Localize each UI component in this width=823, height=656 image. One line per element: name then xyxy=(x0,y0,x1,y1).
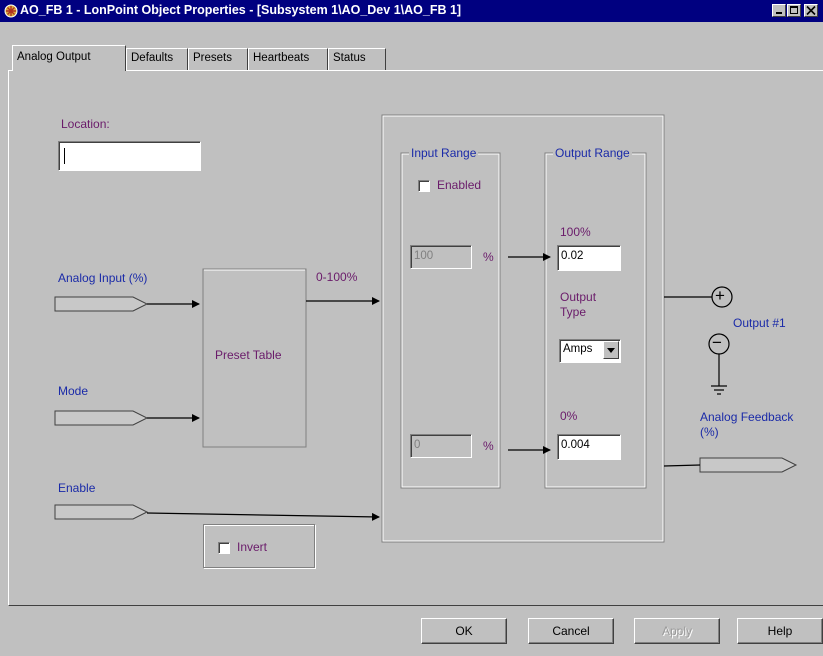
range-label: 0-100% xyxy=(316,270,358,284)
mode-label: Mode xyxy=(58,384,89,398)
block-diagram xyxy=(54,114,798,543)
input-range-low-unit: % xyxy=(483,439,494,453)
input-range-label: Input Range xyxy=(409,146,479,160)
input-range-high-unit: % xyxy=(483,250,494,264)
dropdown-button[interactable] xyxy=(603,341,619,359)
output-range-low-label: 0% xyxy=(560,409,578,423)
input-range-low-field[interactable]: 0 xyxy=(410,434,472,458)
output-range-high-label: 100% xyxy=(560,225,591,239)
input-range-enabled-label: Enabled xyxy=(437,178,482,192)
apply-button[interactable]: Apply xyxy=(634,618,720,644)
plus-symbol: + xyxy=(715,286,725,305)
output-range-low-input[interactable]: 0.004 xyxy=(557,434,621,460)
output-label: Output #1 xyxy=(733,316,786,330)
text-cursor xyxy=(64,148,65,164)
analog-input-connector xyxy=(54,296,149,312)
analog-feedback-label: Analog Feedback (%) xyxy=(700,410,794,439)
invert-label: Invert xyxy=(237,540,268,554)
invert-checkbox[interactable] xyxy=(218,542,230,554)
output-range-high-input[interactable]: 0.02 xyxy=(557,245,621,271)
location-label: Location: xyxy=(61,117,110,131)
properties-window: AO_FB 1 - LonPoint Object Properties - [… xyxy=(0,0,823,656)
enable-connector xyxy=(54,504,149,520)
feedback-connector xyxy=(699,457,798,473)
output-type-select[interactable]: Amps xyxy=(559,339,621,363)
chevron-down-icon xyxy=(607,348,615,353)
tab-label: Analog Output xyxy=(17,51,91,63)
output-type-value: Amps xyxy=(563,343,593,355)
tab-analog-output[interactable]: Analog Output xyxy=(12,45,126,71)
input-range-low-value: 0 xyxy=(414,439,421,451)
input-range-high-field[interactable]: 100 xyxy=(410,245,472,269)
output-range-label: Output Range xyxy=(553,146,632,160)
output-type-label: Output Type xyxy=(560,290,597,319)
input-range-enabled-checkbox[interactable] xyxy=(418,180,430,192)
preset-table-label: Preset Table xyxy=(215,348,282,362)
analog-input-label: Analog Input (%) xyxy=(58,271,148,285)
input-range-high-value: 100 xyxy=(414,250,434,262)
enable-label: Enable xyxy=(58,481,96,495)
minus-symbol: − xyxy=(712,333,722,352)
help-button[interactable]: Help xyxy=(737,618,823,644)
ok-button[interactable]: OK xyxy=(421,618,507,644)
output-range-high-value: 0.02 xyxy=(561,250,584,262)
output-range-low-value: 0.004 xyxy=(561,439,590,451)
mode-connector xyxy=(54,410,149,426)
cancel-button[interactable]: Cancel xyxy=(528,618,614,644)
location-input[interactable] xyxy=(58,141,201,171)
